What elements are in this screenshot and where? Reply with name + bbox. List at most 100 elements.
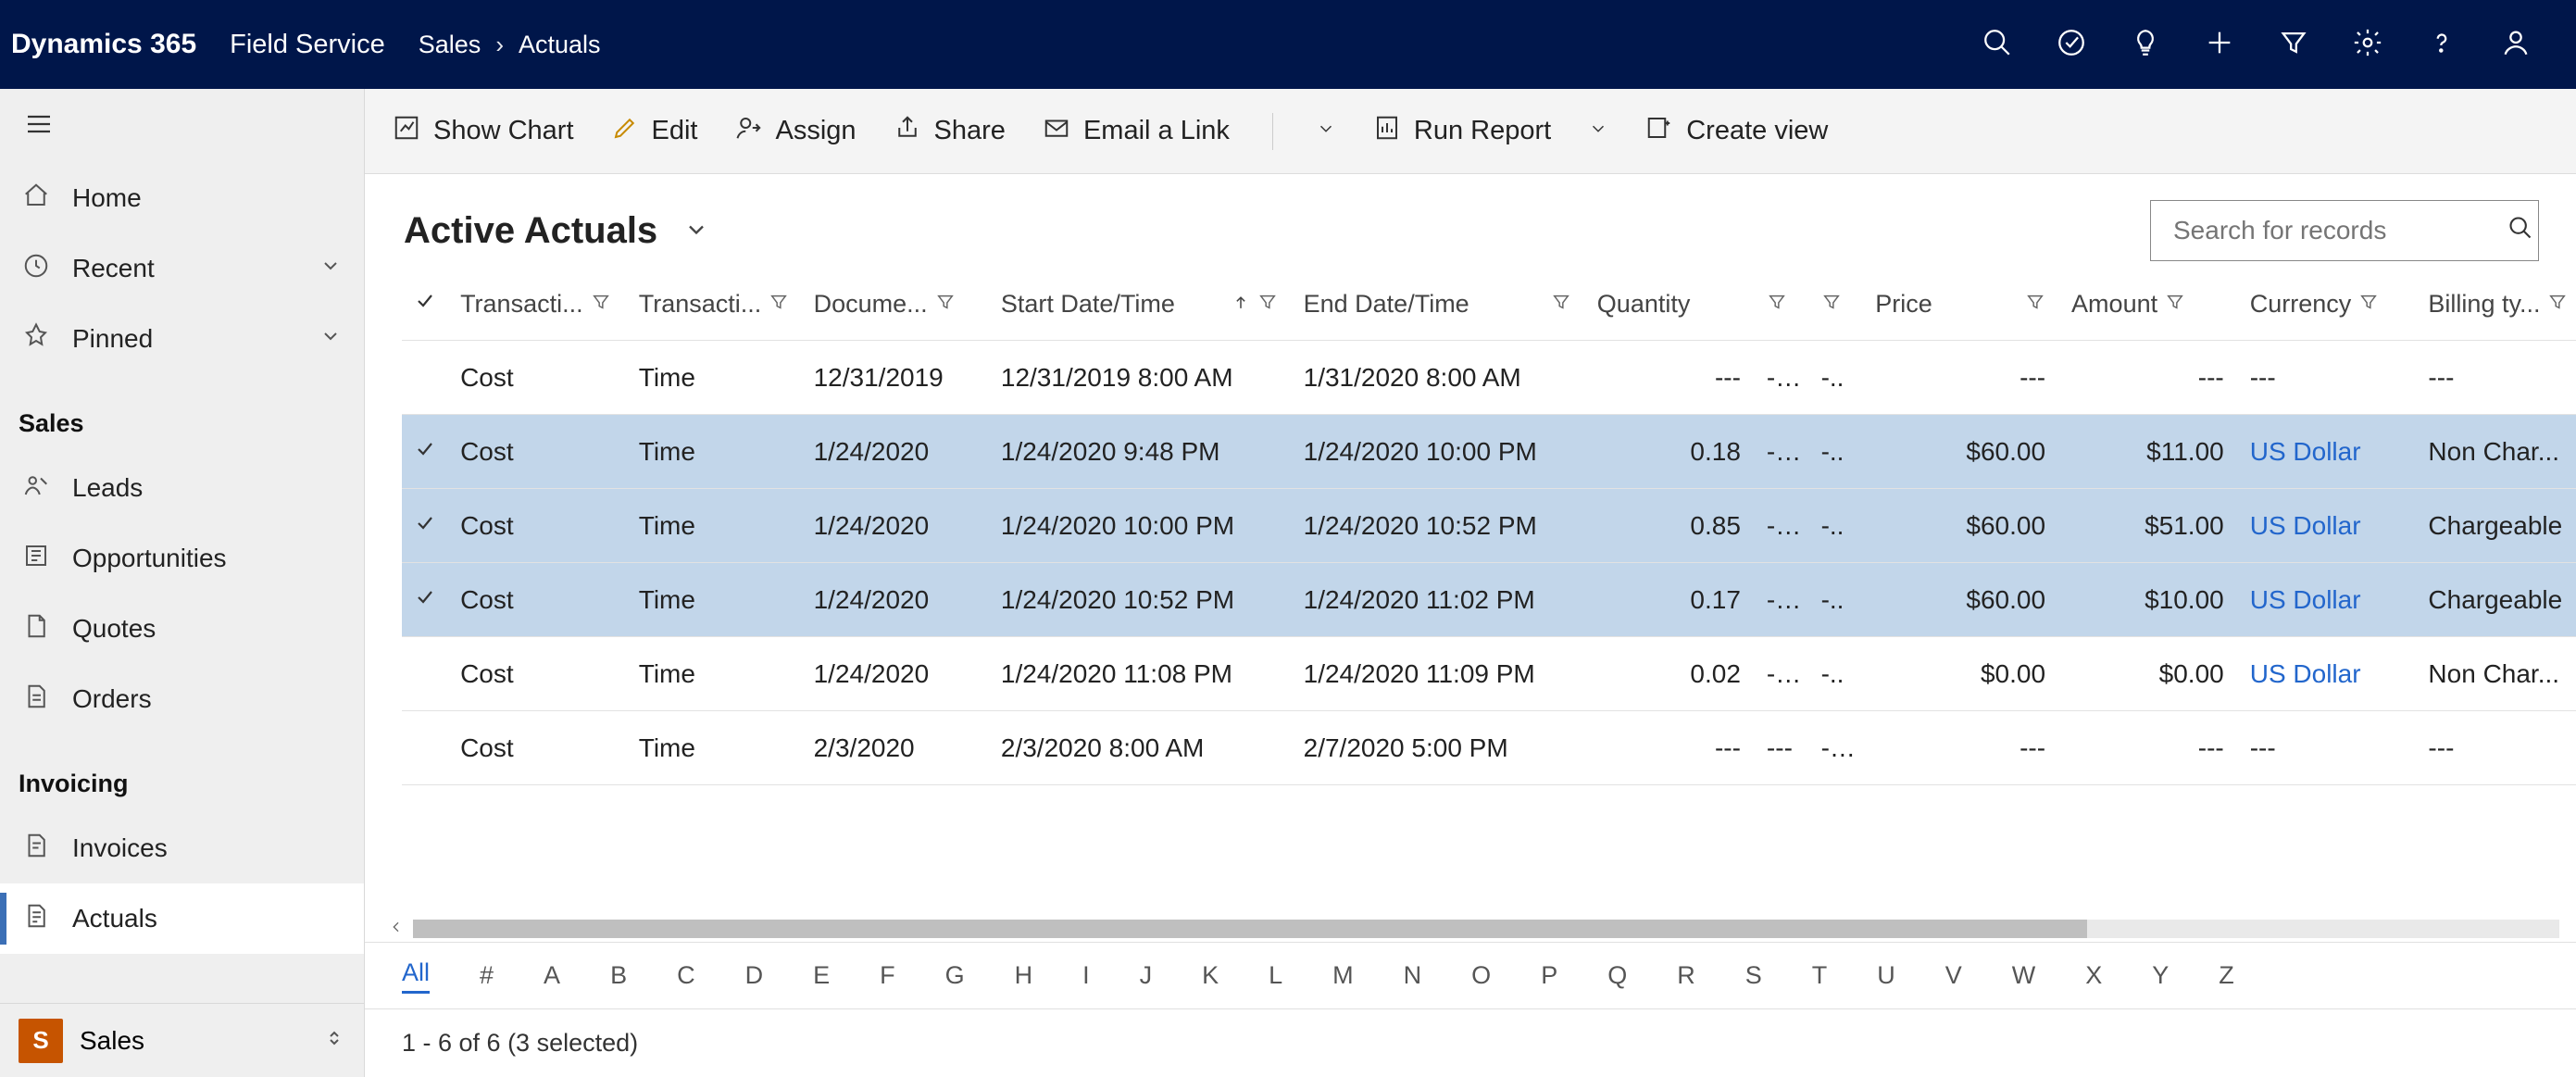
col-billing-type[interactable]: Billing ty... [2415,290,2576,319]
sidebar-item-leads[interactable]: Leads [0,453,364,523]
alpha-x[interactable]: X [2085,961,2102,990]
col-quantity-filter[interactable] [1754,290,1808,319]
app-switcher[interactable]: S Sales [0,1003,364,1077]
alpha-m[interactable]: M [1332,961,1354,990]
alpha-v[interactable]: V [1945,961,1962,990]
cell-currency[interactable]: US Dollar [2237,437,2416,467]
table-row[interactable]: CostTime1/24/20201/24/2020 10:52 PM1/24/… [402,563,2576,637]
alpha-q[interactable]: Q [1607,961,1627,990]
table-row[interactable]: CostTime1/24/20201/24/2020 9:48 PM1/24/2… [402,415,2576,489]
scrollbar-track[interactable] [413,920,2559,938]
filter-icon[interactable] [2547,290,2568,319]
col-quantity-filter2[interactable] [1808,290,1863,319]
help-icon[interactable] [2426,27,2457,63]
search-input[interactable] [2173,216,2507,245]
filter-icon[interactable] [1257,290,1278,319]
cmd-run-report-dropdown[interactable] [1588,116,1608,146]
cmd-edit[interactable]: Edit [611,114,698,149]
alpha-j[interactable]: J [1140,961,1153,990]
scrollbar-thumb[interactable] [413,920,2087,938]
alpha-a[interactable]: A [544,961,560,990]
filter-icon[interactable] [2165,290,2185,319]
alpha-c[interactable]: C [677,961,695,990]
gear-icon[interactable] [2352,27,2383,63]
filter-icon[interactable] [935,290,956,319]
alpha-k[interactable]: K [1202,961,1219,990]
table-row[interactable]: CostTime2/3/20202/3/2020 8:00 AM2/7/2020… [402,711,2576,785]
col-currency[interactable]: Currency [2237,290,2416,319]
sidebar-item-invoices[interactable]: Invoices [0,813,364,883]
alpha-p[interactable]: P [1541,961,1557,990]
alpha-r[interactable]: R [1677,961,1695,990]
cmd-share[interactable]: Share [894,114,1006,149]
alpha-all[interactable]: All [402,958,430,994]
search-icon[interactable] [2507,215,2533,247]
alpha-s[interactable]: S [1745,961,1762,990]
sidebar-item-orders[interactable]: Orders [0,664,364,734]
row-select[interactable] [402,437,447,467]
product-label[interactable]: Field Service [230,30,385,60]
alpha-n[interactable]: N [1404,961,1422,990]
cmd-assign[interactable]: Assign [735,114,857,149]
alpha-e[interactable]: E [813,961,830,990]
col-quantity[interactable]: Quantity [1584,290,1754,319]
cmd-email-link[interactable]: Email a Link [1043,114,1230,149]
plus-icon[interactable] [2204,27,2235,63]
alpha-z[interactable]: Z [2219,961,2234,990]
filter-icon[interactable] [2025,290,2045,319]
alpha-u[interactable]: U [1877,961,1895,990]
alpha-t[interactable]: T [1812,961,1828,990]
sidebar-item-pinned[interactable]: Pinned [0,304,364,374]
view-selector[interactable]: Active Actuals [404,210,709,252]
alpha-f[interactable]: F [880,961,895,990]
cmd-show-chart[interactable]: Show Chart [393,114,574,149]
record-search[interactable] [2150,200,2539,261]
lightbulb-icon[interactable] [2130,27,2161,63]
table-row[interactable]: CostTime12/31/201912/31/2019 8:00 AM1/31… [402,341,2576,415]
sidebar-item-recent[interactable]: Recent [0,233,364,304]
search-icon[interactable] [1982,27,2013,63]
cell-currency[interactable]: US Dollar [2237,659,2416,689]
col-transaction-type[interactable]: Transacti... [626,290,801,319]
cmd-email-link-dropdown[interactable] [1316,116,1336,146]
alpha-d[interactable]: D [745,961,764,990]
alpha-w[interactable]: W [2012,961,2035,990]
filter-icon[interactable] [591,290,611,319]
row-select[interactable] [402,585,447,615]
user-icon[interactable] [2500,27,2532,63]
hamburger-icon[interactable] [24,109,54,144]
sidebar-item-home[interactable]: Home [0,163,364,233]
table-row[interactable]: CostTime1/24/20201/24/2020 10:00 PM1/24/… [402,489,2576,563]
col-end-date[interactable]: End Date/Time [1291,290,1584,319]
alpha-l[interactable]: L [1269,961,1282,990]
scroll-left-icon[interactable] [389,920,404,939]
col-transaction-class[interactable]: Transacti... [447,290,626,319]
table-row[interactable]: CostTime1/24/20201/24/2020 11:08 PM1/24/… [402,637,2576,711]
alpha-i[interactable]: I [1082,961,1090,990]
cell-currency[interactable]: US Dollar [2237,511,2416,541]
sort-asc-icon[interactable] [1232,290,1250,319]
filter-icon[interactable] [1551,290,1571,319]
filter-icon[interactable] [2358,290,2379,319]
col-amount[interactable]: Amount [2058,290,2237,319]
cmd-run-report[interactable]: Run Report [1373,114,1551,149]
col-price[interactable]: Price [1862,290,2058,319]
alpha-o[interactable]: O [1471,961,1491,990]
alpha-#[interactable]: # [480,961,494,990]
alpha-y[interactable]: Y [2152,961,2169,990]
alpha-g[interactable]: G [945,961,965,990]
col-start-date[interactable]: Start Date/Time [988,290,1291,319]
sidebar-item-actuals[interactable]: Actuals [0,883,364,954]
cell-currency[interactable]: US Dollar [2237,585,2416,615]
sidebar-item-quotes[interactable]: Quotes [0,594,364,664]
horizontal-scrollbar[interactable] [365,916,2576,942]
row-select[interactable] [402,511,447,541]
assistant-icon[interactable] [2056,27,2087,63]
filter-icon[interactable] [2278,27,2309,63]
alpha-h[interactable]: H [1015,961,1033,990]
breadcrumb-sales[interactable]: Sales [419,31,481,59]
select-all-checkbox[interactable] [402,290,447,319]
sidebar-item-opportunities[interactable]: Opportunities [0,523,364,594]
col-document-date[interactable]: Docume... [801,290,988,319]
alpha-b[interactable]: B [610,961,627,990]
